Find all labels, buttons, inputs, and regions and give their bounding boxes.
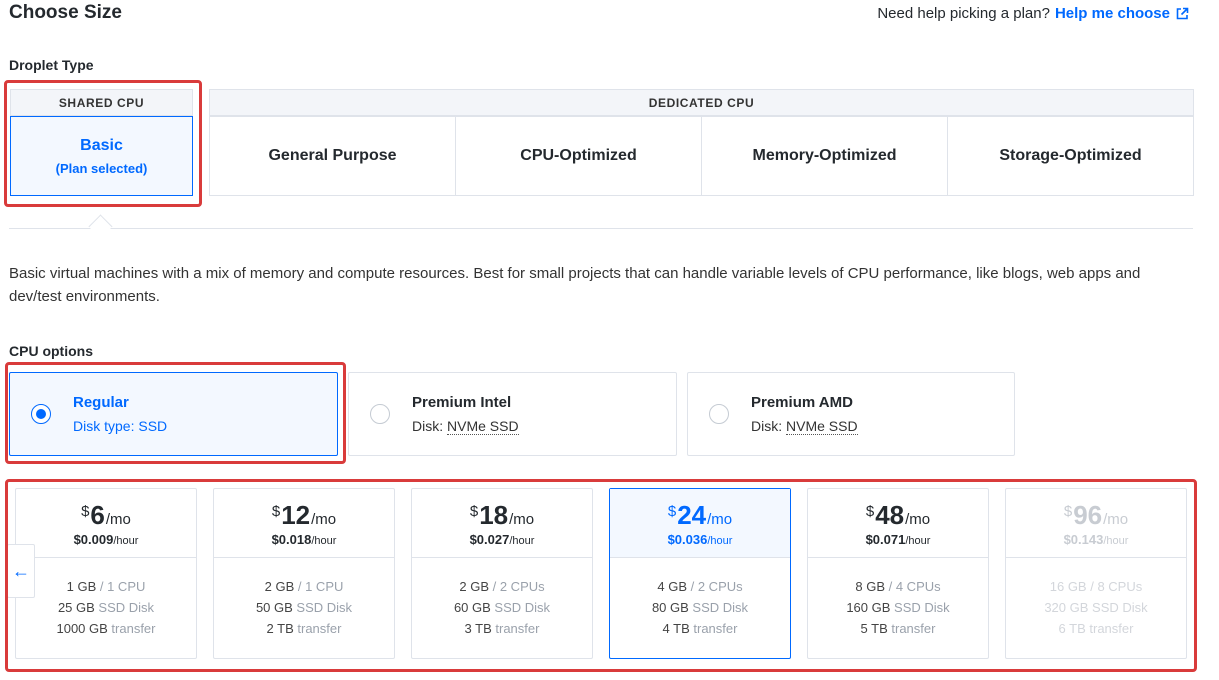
cpu-option-name: Premium Intel — [412, 394, 512, 411]
plan-hourly-price: $0.143/hour — [1063, 531, 1129, 547]
plan-card-12[interactable]: $12/mo $0.018/hour 2 GB / 1 CPU 50 GB SSD D… — [213, 488, 395, 659]
cpu-option-regular[interactable]: Regular Disk type: SSD — [9, 372, 338, 456]
plan-transfer: 3 TB transfer — [464, 621, 540, 636]
radio-unselected-icon[interactable] — [709, 404, 729, 424]
plan-card-18[interactable]: $18/mo $0.027/hour 2 GB / 2 CPUs 60 GB SSD … — [411, 488, 593, 659]
cpu-option-name: Regular — [73, 394, 129, 411]
cpu-option-disk: Disk type: SSD — [73, 418, 168, 434]
cpu-option-premium-intel[interactable]: Premium Intel Disk: NVMe SSD — [348, 372, 677, 456]
plan-transfer: 6 TB transfer — [1058, 621, 1134, 636]
plan-monthly-price: $24/mo — [667, 499, 733, 530]
plan-price-section: $24/mo $0.036/hour — [610, 489, 790, 558]
plan-hourly-price: $0.071/hour — [865, 531, 931, 547]
plan-monthly-price: $18/mo — [469, 499, 535, 530]
plan-memory-cpu: 1 GB / 1 CPU — [66, 579, 146, 594]
plan-hourly-price: $0.036/hour — [667, 531, 733, 547]
plan-description: Basic virtual machines with a mix of mem… — [9, 265, 1141, 305]
plan-specs: 1 GB / 1 CPU 25 GB SSD Disk 1000 GB transf… — [16, 558, 196, 639]
section-divider — [9, 228, 1193, 229]
plan-card-48[interactable]: $48/mo $0.071/hour 8 GB / 4 CPUs 160 GB SSD… — [807, 488, 989, 659]
plan-disk: 25 GB SSD Disk — [57, 600, 155, 615]
help-prompt: Need help picking a plan? Help me choose — [877, 5, 1189, 22]
cpu-option-premium-amd[interactable]: Premium AMD Disk: NVMe SSD — [687, 372, 1015, 456]
dedicated-cpu-header: DEDICATED CPU — [209, 89, 1194, 116]
plan-memory-cpu: 2 GB / 2 CPUs — [459, 579, 545, 594]
cpu-option-name: Premium AMD — [751, 394, 853, 411]
plan-hourly-price: $0.027/hour — [469, 531, 535, 547]
plan-price-section: $96/mo $0.143/hour — [1006, 489, 1186, 558]
plan-selected-note: (Plan selected) — [55, 160, 148, 176]
plan-specs: 2 GB / 1 CPU 50 GB SSD Disk 2 TB transfer — [214, 558, 394, 639]
plan-disk: 50 GB SSD Disk — [255, 600, 353, 615]
plan-hourly-price: $0.009/hour — [73, 531, 139, 547]
basic-plan-tab[interactable]: Basic (Plan selected) — [10, 116, 193, 196]
cpu-option-disk: Disk: NVMe SSD — [412, 418, 519, 435]
plan-hourly-price: $0.018/hour — [271, 531, 337, 547]
plan-disk: 60 GB SSD Disk — [453, 600, 551, 615]
plan-disk: 160 GB SSD Disk — [846, 600, 950, 615]
plan-card-6[interactable]: $6/mo $0.009/hour 1 GB / 1 CPU 25 GB SSD Di… — [15, 488, 197, 659]
plan-monthly-price: $48/mo — [865, 499, 931, 530]
basic-label: Basic — [80, 136, 123, 154]
plan-monthly-price: $96/mo — [1063, 499, 1129, 530]
plan-card-24[interactable]: $24/mo $0.036/hour 4 GB / 2 CPUs 80 GB SSD … — [609, 488, 791, 659]
radio-unselected-icon[interactable] — [370, 404, 390, 424]
plan-disk: 320 GB SSD Disk — [1044, 600, 1148, 615]
plan-card-96: $96/mo $0.143/hour 16 GB / 8 CPUs 320 GB SS… — [1005, 488, 1187, 659]
scroll-left-button[interactable]: ← — [7, 544, 35, 598]
cpu-option-disk: Disk: NVMe SSD — [751, 418, 858, 435]
cpu-options-label: CPU options — [9, 343, 93, 359]
plan-memory-cpu: 2 GB / 1 CPU — [264, 579, 344, 594]
storage-optimized-tab[interactable]: Storage-Optimized — [947, 116, 1194, 196]
memory-optimized-tab[interactable]: Memory-Optimized — [701, 116, 948, 196]
plan-specs: 4 GB / 2 CPUs 80 GB SSD Disk 4 TB transfer — [610, 558, 790, 639]
plan-disk: 80 GB SSD Disk — [651, 600, 749, 615]
plan-price-section: $18/mo $0.027/hour — [412, 489, 592, 558]
plan-transfer: 1000 GB transfer — [56, 621, 156, 636]
plan-monthly-price: $6/mo — [81, 499, 131, 530]
plan-price-section: $48/mo $0.071/hour — [808, 489, 988, 558]
selection-caret — [88, 214, 113, 239]
plan-price-section: $12/mo $0.018/hour — [214, 489, 394, 558]
shared-cpu-header: SHARED CPU — [10, 89, 193, 116]
plan-memory-cpu: 4 GB / 2 CPUs — [657, 579, 743, 594]
plan-price-section: $6/mo $0.009/hour — [16, 489, 196, 558]
plan-transfer: 4 TB transfer — [662, 621, 738, 636]
plan-transfer: 2 TB transfer — [266, 621, 342, 636]
help-me-choose-link[interactable]: Help me choose — [1055, 5, 1170, 22]
external-link-icon[interactable] — [1175, 7, 1189, 21]
general-purpose-tab[interactable]: General Purpose — [209, 116, 456, 196]
plan-monthly-price: $12/mo — [271, 499, 337, 530]
plan-specs: 2 GB / 2 CPUs 60 GB SSD Disk 3 TB transfer — [412, 558, 592, 639]
plan-memory-cpu: 8 GB / 4 CPUs — [855, 579, 941, 594]
plan-specs: 8 GB / 4 CPUs 160 GB SSD Disk 5 TB transfe… — [808, 558, 988, 639]
plan-specs: 16 GB / 8 CPUs 320 GB SSD Disk 6 TB transf… — [1006, 558, 1186, 639]
help-text: Need help picking a plan? — [877, 5, 1050, 22]
page-title: Choose Size — [9, 2, 122, 23]
arrow-left-icon: ← — [12, 560, 30, 581]
radio-selected-icon[interactable] — [31, 404, 51, 424]
droplet-type-label: Droplet Type — [9, 57, 94, 73]
cpu-optimized-tab[interactable]: CPU-Optimized — [455, 116, 702, 196]
plan-transfer: 5 TB transfer — [860, 621, 936, 636]
plan-memory-cpu: 16 GB / 8 CPUs — [1049, 579, 1143, 594]
